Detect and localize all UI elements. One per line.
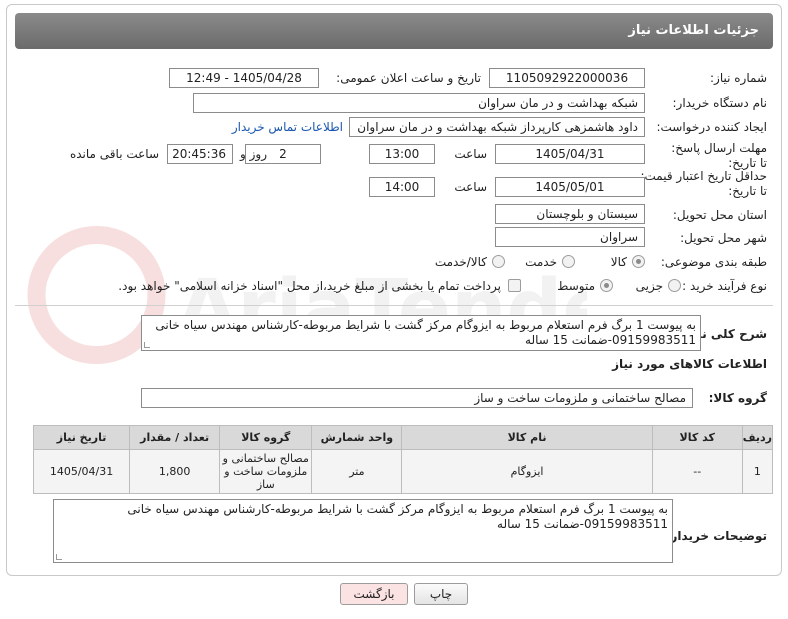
announce-label: تاریخ و ساعت اعلان عمومی: [336, 71, 481, 85]
cell-row: 1 [741, 449, 774, 494]
panel-header: جزئیات اطلاعات نیاز [15, 13, 773, 49]
col-date: تاریخ نیاز [32, 425, 131, 450]
treasury-checkbox[interactable] [508, 279, 521, 292]
province-label: استان محل تحویل: [672, 208, 767, 222]
category-both-radio[interactable] [492, 255, 505, 268]
table-header-row: ردیف کد کالا نام کالا واحد شمارش گروه کا… [32, 425, 774, 450]
resize-handle[interactable] [144, 342, 150, 348]
cell-group: مصالح ساختمانی و ملزومات ساخت و ساز [219, 449, 313, 494]
goods-group-label: گروه کالا: [708, 391, 767, 405]
price-validity-time-field[interactable]: 14:00 [369, 177, 435, 197]
price-validity-label: حداقل تاریخ اعتبار قیمت: تا تاریخ: [640, 169, 767, 198]
category-both-label: کالا/خدمت [434, 255, 487, 269]
buyer-notes-textarea[interactable]: به پیوست 1 برگ فرم استعلام مربوط به ایزو… [53, 499, 673, 563]
back-button[interactable]: بازگشت [340, 583, 408, 605]
col-row: ردیف [741, 425, 774, 450]
deadline-time-field[interactable]: 13:00 [369, 144, 435, 164]
process-minor-radio[interactable] [668, 279, 681, 292]
need-number-label: شماره نیاز: [710, 71, 767, 85]
category-goods-label: کالا [610, 255, 627, 269]
goods-info-title: اطلاعات کالاهای مورد نیاز [612, 357, 767, 371]
col-name: نام کالا [401, 425, 653, 450]
cell-date: 1405/04/31 [32, 449, 131, 494]
announce-field[interactable]: 1405/04/28 - 12:49 [169, 68, 319, 88]
col-group: گروه کالا [219, 425, 313, 450]
process-medium-label: متوسط [557, 279, 595, 293]
process-label: نوع فرآیند خرید : [682, 279, 767, 293]
panel-title: جزئیات اطلاعات نیاز [628, 23, 759, 38]
price-validity-time-word: ساعت [454, 180, 487, 194]
contact-link[interactable]: اطلاعات تماس خریدار [232, 120, 343, 134]
buyer-org-field[interactable]: شبکه بهداشت و در مان سراوان [193, 93, 645, 113]
goods-table: ردیف کد کالا نام کالا واحد شمارش گروه کا… [32, 425, 774, 494]
days-word: روز و [240, 147, 267, 161]
category-service-label: خدمت [525, 255, 557, 269]
deadline-label: مهلت ارسال پاسخ: تا تاریخ: [671, 141, 767, 170]
province-field[interactable]: سیستان و بلوچستان [495, 204, 645, 224]
details-panel: جزئیات اطلاعات نیاز AriaTender.net شماره… [6, 4, 782, 576]
cell-qty: 1,800 [129, 449, 221, 494]
buyer-notes-text: به پیوست 1 برگ فرم استعلام مربوط به ایزو… [127, 502, 668, 531]
cell-code: -- [651, 449, 743, 494]
cell-unit: متر [311, 449, 403, 494]
remaining-word: ساعت باقی مانده [69, 147, 159, 161]
separator [15, 305, 773, 306]
requester-label: ایجاد کننده درخواست: [656, 120, 767, 134]
buyer-org-label: نام دستگاه خریدار: [672, 96, 768, 110]
process-medium-radio[interactable] [600, 279, 613, 292]
col-unit: واحد شمارش [311, 425, 403, 450]
col-code: کد کالا [651, 425, 743, 450]
payment-note: پرداخت تمام یا بخشی از مبلغ خرید،از محل … [118, 279, 501, 293]
requester-field[interactable]: داود هاشمزهی کارپرداز شبکه بهداشت و در م… [349, 117, 645, 137]
table-row[interactable]: 1 -- ایزوگام متر مصالح ساختمانی و ملزوما… [32, 449, 774, 494]
print-button[interactable]: چاپ [414, 583, 468, 605]
need-number-field[interactable]: 1105092922000036 [489, 68, 645, 88]
goods-group-field[interactable]: مصالح ساختمانی و ملزومات ساخت و ساز [141, 388, 693, 408]
resize-handle[interactable] [56, 554, 62, 560]
col-qty: تعداد / مقدار [129, 425, 221, 450]
buyer-notes-label: توضیحات خریدار: [665, 529, 767, 543]
city-label: شهر محل تحویل: [680, 231, 767, 245]
deadline-date-field[interactable]: 1405/04/31 [495, 144, 645, 164]
cell-name: ایزوگام [401, 449, 653, 494]
category-label: طبقه بندی موضوعی: [660, 255, 767, 269]
price-validity-date-field[interactable]: 1405/05/01 [495, 177, 645, 197]
city-field[interactable]: سراوان [495, 227, 645, 247]
category-service-radio[interactable] [562, 255, 575, 268]
remaining-time-field[interactable]: 20:45:36 [167, 144, 233, 164]
deadline-time-word: ساعت [454, 147, 487, 161]
description-textarea[interactable]: به پیوست 1 برگ فرم استعلام مربوط به ایزو… [141, 315, 701, 351]
category-goods-radio[interactable] [632, 255, 645, 268]
description-text: به پیوست 1 برگ فرم استعلام مربوط به ایزو… [155, 318, 696, 347]
process-minor-label: جزیی [635, 279, 663, 293]
